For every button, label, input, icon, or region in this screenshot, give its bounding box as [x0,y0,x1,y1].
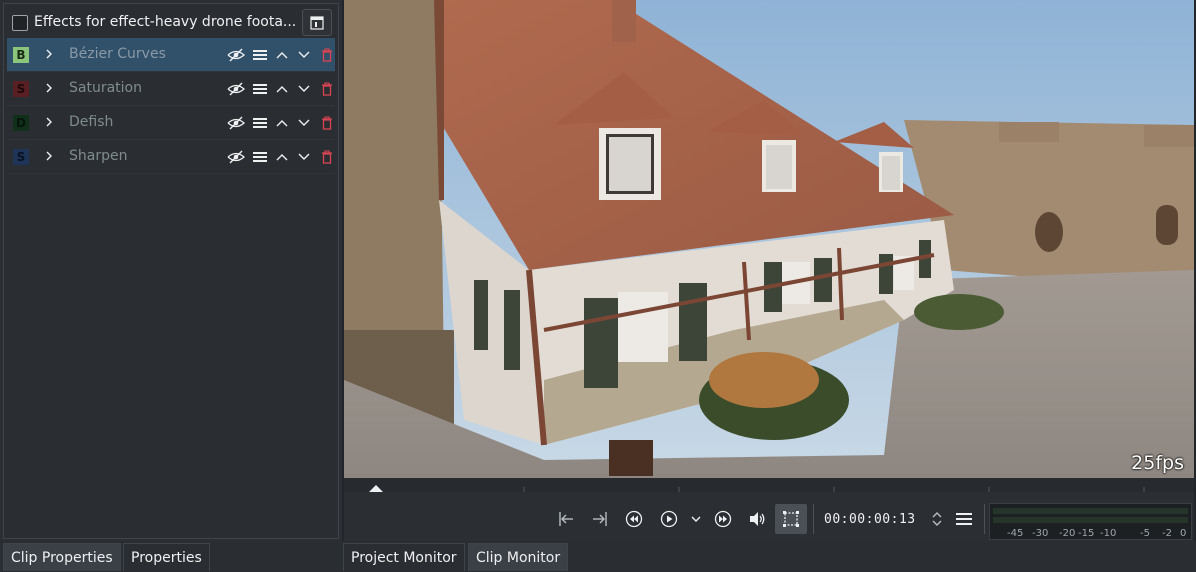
eye-disabled-icon[interactable] [227,148,245,166]
spin-arrows-icon [932,512,942,526]
tab-properties[interactable]: Properties [123,543,210,571]
effect-stack-dock: Effects for effect-heavy drone foota... … [0,0,342,541]
effect-stack-header: Effects for effect-heavy drone foota... [4,4,338,40]
play-button[interactable] [659,509,679,529]
effect-list: B Bézier Curves S Saturation D Defish S Sharpen [7,38,335,174]
expand-chevron-icon[interactable] [43,148,55,164]
forward-button[interactable] [713,509,733,529]
effect-category-badge: D [13,115,29,131]
timecode-spinner[interactable] [927,509,947,529]
expand-chevron-icon[interactable] [43,46,55,62]
zone-in-icon [559,512,573,526]
effect-menu-icon[interactable] [251,114,269,132]
zone-out-icon [593,512,607,526]
effect-row[interactable]: S Saturation [7,72,335,106]
eye-disabled-icon[interactable] [227,80,245,98]
effect-row[interactable]: B Bézier Curves [7,38,335,72]
split-compare-icon [310,15,324,30]
expand-chevron-icon[interactable] [43,80,55,96]
vu-scale-label: 0 [1180,528,1187,539]
vu-scale-label: -10 [1100,528,1117,539]
expand-chevron-icon[interactable] [43,114,55,130]
monitor-toolbar: 00:00:00:13 -45 -30 -20 -15 -10 -5 -2 0 [344,492,1194,541]
move-down-icon[interactable] [295,114,313,132]
effect-name: Sharpen [69,148,128,164]
play-options-dropdown[interactable] [686,509,706,529]
move-up-icon[interactable] [273,148,291,166]
move-down-icon[interactable] [295,46,313,64]
vu-scale-label: -5 [1140,528,1150,539]
video-frame [344,0,1194,478]
move-down-icon[interactable] [295,80,313,98]
vu-scale-label: -45 [1007,528,1024,539]
bottom-tab-bar: Clip Properties Properties Project Monit… [0,541,1196,572]
effect-category-badge: S [13,81,29,97]
move-up-icon[interactable] [273,114,291,132]
tab-clip-properties[interactable]: Clip Properties [3,543,121,571]
move-up-icon[interactable] [273,80,291,98]
vu-scale-label: -30 [1032,528,1049,539]
tab-project-monitor[interactable]: Project Monitor [343,543,465,571]
audio-level-meter: -45 -30 -20 -15 -10 -5 -2 0 [989,503,1192,540]
eye-disabled-icon[interactable] [227,46,245,64]
vu-scale-label: -2 [1162,528,1172,539]
vu-scale-label: -15 [1078,528,1095,539]
rewind-icon [625,510,643,528]
toolbar-separator-2 [984,504,985,534]
effect-name: Saturation [69,80,142,96]
ruler-ticks [523,487,1145,493]
effect-stack-title: Effects for effect-heavy drone foota... [34,14,296,30]
effect-name: Defish [69,114,114,130]
play-icon [660,510,678,528]
speaker-icon [750,512,765,526]
effect-row[interactable]: S Sharpen [7,140,335,174]
effect-menu-icon[interactable] [251,148,269,166]
chevron-down-icon [691,516,701,522]
enable-effects-checkbox[interactable] [12,15,28,31]
crop-frame-icon [783,511,799,527]
vu-channel-left [993,508,1188,514]
effect-category-badge: S [13,149,29,165]
effect-stack-panel: Effects for effect-heavy drone foota... … [3,3,339,539]
hamburger-menu-icon [956,513,972,525]
safe-zone-icon-wrap [781,509,801,529]
effect-menu-icon[interactable] [251,80,269,98]
effect-name: Bézier Curves [69,46,166,62]
eye-disabled-icon[interactable] [227,114,245,132]
monitor-menu-button[interactable] [954,509,974,529]
monitor-ruler[interactable] [344,478,1194,493]
tab-clip-monitor[interactable]: Clip Monitor [468,543,569,571]
fps-overlay: 25fps [1131,452,1184,474]
move-down-icon[interactable] [295,148,313,166]
set-zone-out-button[interactable] [590,509,610,529]
toolbar-separator [813,504,814,534]
delete-effect-icon[interactable] [318,46,336,64]
effect-category-badge: B [13,47,29,63]
rewind-button[interactable] [624,509,644,529]
timecode-display[interactable]: 00:00:00:13 [824,512,916,527]
set-zone-in-button[interactable] [556,509,576,529]
clip-monitor-video[interactable]: 25fps [344,0,1194,478]
fast-forward-icon [714,510,732,528]
effect-row[interactable]: D Defish [7,106,335,140]
delete-effect-icon[interactable] [318,80,336,98]
move-up-icon[interactable] [273,46,291,64]
effect-menu-icon[interactable] [251,46,269,64]
playhead-marker[interactable] [369,485,383,492]
vu-channel-right [993,517,1188,523]
vu-scale-label: -20 [1059,528,1076,539]
delete-effect-icon[interactable] [318,148,336,166]
delete-effect-icon[interactable] [318,114,336,132]
volume-button[interactable] [747,509,767,529]
compare-split-button[interactable] [302,9,332,36]
